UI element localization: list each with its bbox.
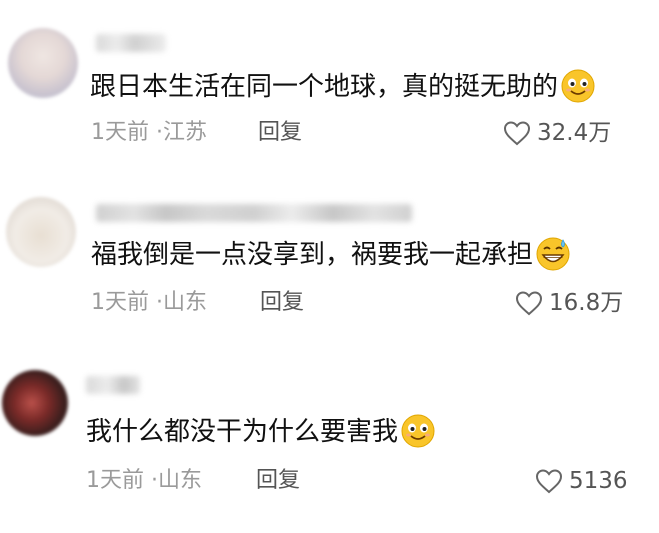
meta-separator: ·: [156, 290, 163, 315]
avatar[interactable]: [2, 370, 68, 436]
heart-outline-icon: [515, 291, 543, 316]
heart-outline-icon: [535, 469, 563, 494]
comment-meta: 1天前 ·山东: [86, 466, 202, 496]
smile-emoji: [401, 414, 435, 447]
meta-separator: ·: [151, 468, 158, 493]
comment-meta: 1天前 ·山东: [91, 288, 207, 318]
reply-button[interactable]: 回复: [260, 288, 304, 318]
like-count: 16.8万: [549, 290, 624, 316]
grin-sweat-emoji: [536, 237, 570, 270]
comment-location: 山东: [163, 290, 208, 315]
avatar[interactable]: [6, 197, 76, 267]
comment-time: 1天前: [91, 290, 149, 315]
reply-button[interactable]: 回复: [256, 466, 300, 496]
username-blurred[interactable]: [86, 376, 140, 394]
comment-text: 我什么都没干为什么要害我: [86, 414, 436, 449]
like-button[interactable]: 16.8万: [515, 288, 623, 318]
comment-location: 山东: [158, 468, 203, 493]
comment-text-body: 我什么都没干为什么要害我: [86, 417, 399, 447]
like-button[interactable]: 5136: [535, 466, 628, 496]
comment-text-body: 福我倒是一点没享到，祸要我一起承担: [91, 240, 534, 270]
comment-time: 1天前: [86, 468, 144, 493]
comment-item: 我什么都没干为什么要害我 1天前 ·山东 回复 5136: [0, 0, 659, 494]
username-blurred[interactable]: [96, 204, 412, 222]
comment-text: 福我倒是一点没享到，祸要我一起承担: [91, 237, 571, 272]
like-count: 5136: [569, 468, 628, 494]
